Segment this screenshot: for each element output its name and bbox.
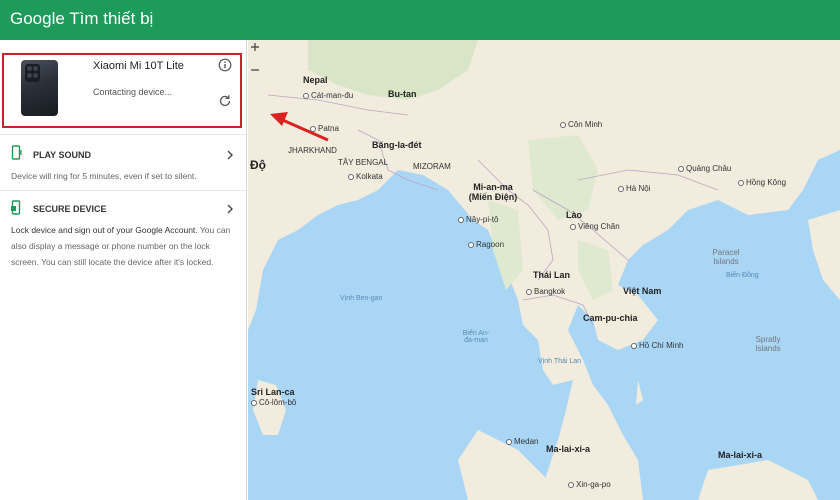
device-status: Contacting device... <box>93 87 173 97</box>
map-label: Việt Nam <box>623 286 662 296</box>
map-label: Ma-lai-xi-a <box>546 444 591 454</box>
map-label: Biển Đông <box>726 272 759 279</box>
map-label: Kolkata <box>348 172 383 181</box>
device-card[interactable]: Xiaomi Mi 10T Lite Contacting device... <box>2 53 242 128</box>
phone-image <box>21 60 58 116</box>
map-label: Spratly Islands <box>755 335 781 353</box>
device-panel: Xiaomi Mi 10T Lite Contacting device... … <box>0 40 247 500</box>
secure-device-action[interactable]: SECURE DEVICE Lock device and sign out o… <box>0 192 246 292</box>
map-label: Lào <box>566 210 583 220</box>
chevron-right-icon <box>227 150 233 160</box>
map-label: Hồ Chí Minh <box>631 341 683 350</box>
map-label: Patna <box>310 124 339 133</box>
map-label: Biển An-đa-man <box>462 330 490 344</box>
secure-device-desc-bold: Lock device and sign out of your Google … <box>11 225 198 235</box>
map-label: Quảng Châu <box>678 164 731 173</box>
map-label: Băng-la-đét <box>372 140 422 150</box>
map-label: Thái Lan <box>533 270 571 280</box>
play-sound-label: PLAY SOUND <box>33 150 92 160</box>
phone-lock-icon <box>11 200 21 215</box>
map-label: Côn Minh <box>560 120 602 129</box>
divider <box>0 190 246 191</box>
map-label: Nây-pi-tô <box>458 215 498 224</box>
map-label: Paracel Islands <box>712 248 740 266</box>
refresh-icon[interactable] <box>218 94 232 108</box>
map-label: Bangkok <box>526 287 565 296</box>
map-label: JHARKHAND <box>288 146 337 155</box>
map-label: Medan <box>506 437 538 446</box>
map-label: Cam-pu-chia <box>583 313 638 323</box>
map-label: Bu-tan <box>388 89 417 99</box>
map-label: Cát-man-đu <box>303 91 353 100</box>
phone-ring-icon <box>11 145 22 160</box>
map-label: Mi-an-ma (Miến Điện) <box>468 182 518 202</box>
play-sound-action[interactable]: PLAY SOUND Device will ring for 5 minute… <box>0 136 246 190</box>
map-view[interactable]: Nepal Cát-man-đu Bu-tan Patna JHARKHAND … <box>248 40 840 500</box>
map-label: Hồng Kông <box>738 178 786 187</box>
map-label: MIZORAM <box>413 162 451 171</box>
map-label: Sri Lan-ca <box>251 387 295 397</box>
map-label: Xin-ga-po <box>568 480 611 489</box>
map-label: Ma-lai-xi-a <box>718 450 763 460</box>
secure-device-label: SECURE DEVICE <box>33 204 107 214</box>
map-label: Vịnh Thái Lan <box>538 358 582 365</box>
map-label: Hà Nội <box>618 184 650 193</box>
map-label: Viêng Chăn <box>570 222 620 231</box>
top-bar: Google Tìm thiết bị <box>0 0 840 40</box>
secure-device-description: Lock device and sign out of your Google … <box>11 222 231 270</box>
chevron-right-icon <box>227 204 233 214</box>
play-sound-description: Device will ring for 5 minutes, even if … <box>11 171 197 181</box>
device-name: Xiaomi Mi 10T Lite <box>93 60 184 72</box>
map-label: Cô-lôm-bô <box>251 398 296 407</box>
info-icon[interactable] <box>218 58 232 72</box>
app-title: Google Tìm thiết bị <box>10 9 154 28</box>
divider <box>0 134 246 135</box>
map-label: Ragoon <box>468 240 504 249</box>
map-label: Độ <box>250 158 266 172</box>
zoom-control[interactable] <box>248 40 262 80</box>
map-label: TÂY BENGAL <box>338 158 389 167</box>
map-label: Nepal <box>303 75 328 85</box>
map-label: Vịnh Ben-gan <box>340 295 383 302</box>
